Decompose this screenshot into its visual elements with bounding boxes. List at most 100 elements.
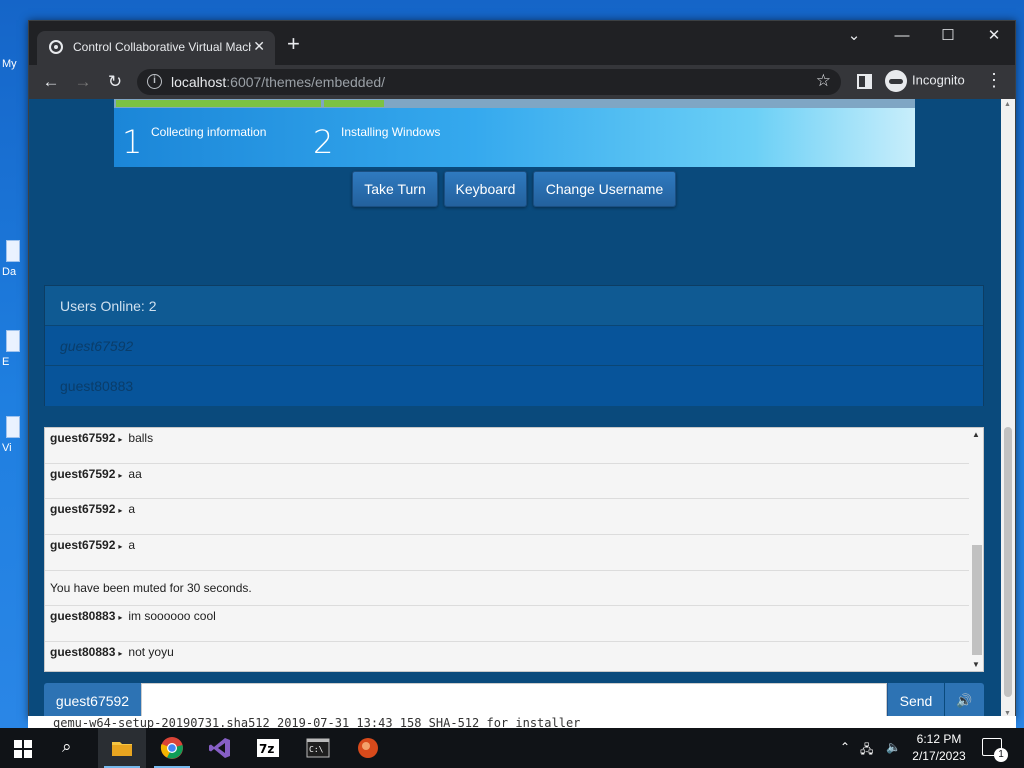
side-panel-icon[interactable] [857,74,872,89]
volume-button[interactable]: 🔊 [945,683,984,719]
keyboard-button[interactable]: Keyboard [444,171,527,207]
tab-title: Control Collaborative Virtual Machine [73,40,251,54]
site-info-icon[interactable]: i [147,74,162,89]
folder-icon [112,742,132,756]
desktop-icon-label: Vi [2,442,12,454]
chat-scrollbar[interactable]: ▲ ▼ [969,428,983,671]
tab-search-icon[interactable]: ⌄ [831,25,877,47]
chat-username[interactable]: guest80883 [50,609,115,623]
taskbar-7zip[interactable]: 7z [244,728,292,768]
taskbar-visual-studio[interactable] [196,728,244,768]
url-text: localhost:6007/themes/embedded/ [171,74,385,90]
arrow-icon: ▸ [118,613,123,623]
chat-text: aa [128,466,142,481]
volume-icon[interactable]: 🔈 [886,740,901,754]
scroll-up-icon[interactable]: ▲ [972,430,980,439]
incognito-profile-button[interactable]: Incognito [885,70,965,92]
address-bar[interactable]: i localhost:6007/themes/embedded/ ☆ [137,69,841,95]
network-icon[interactable]: 🖧 [860,740,873,761]
desktop-icon-e[interactable]: E [2,330,26,368]
browser-toolbar: ← → ↻ i localhost:6007/themes/embedded/ … [29,65,1015,99]
clock-date: 2/17/2023 [912,749,966,763]
tab-close-icon[interactable]: ✕ [253,38,265,55]
clock[interactable]: 6:12 PM 2/17/2023 [906,731,972,765]
chat-text: a [128,502,136,517]
svg-text:7z: 7z [259,742,274,756]
users-online-panel: Users Online: 2 guest67592 guest80883 [44,285,984,406]
file-icon [6,416,20,438]
desktop-icon-data[interactable]: Da [2,240,26,278]
chat-message: guest67592 ▸ a [45,499,969,536]
taskbar-file-explorer[interactable] [98,728,146,768]
chrome-icon [160,737,183,759]
scroll-up-icon[interactable]: ▲ [1004,101,1011,108]
url-path: :6007/themes/embedded/ [226,74,386,90]
chat-input-row: guest67592 Send 🔊 [44,683,984,719]
users-online-header: Users Online: 2 [45,286,983,326]
chat-username[interactable]: guest67592 [50,538,115,552]
scroll-down-icon[interactable]: ▼ [972,660,980,669]
vm-screen[interactable]: 1 Collecting information 2 Installing Wi… [114,99,915,167]
app-icon [358,738,378,758]
step-number: 1 [122,123,143,161]
page-viewport: 1 Collecting information 2 Installing Wi… [29,99,1001,719]
new-tab-button[interactable]: + [287,33,300,55]
desktop-icon-vi[interactable]: Vi [2,416,26,454]
arrow-icon: ▸ [118,542,123,552]
taskbar-app[interactable] [344,728,392,768]
chat-message: guest80883 ▸ im soooooo cool [45,606,969,643]
take-turn-button[interactable]: Take Turn [352,171,438,207]
send-button[interactable]: Send [887,683,944,719]
username-button[interactable]: guest67592 [44,683,141,719]
background-window: qemu-w64-setup-20190731.sha512 2019-07-3… [28,716,1016,728]
back-button[interactable]: ← [39,70,63,94]
7zip-icon: 7z [257,739,279,757]
chevron-up-icon[interactable]: ⌃ [840,740,850,754]
step-number: 2 [313,123,334,161]
chat-panel: guest67592 ▸ balls guest67592 ▸ aa guest6759… [44,427,984,672]
arrow-icon: ▸ [118,649,123,659]
search-icon[interactable]: ⌕ [62,737,84,759]
chat-scroll-thumb[interactable] [972,545,982,655]
maximize-button[interactable]: ☐ [925,25,971,47]
volume-icon: 🔊 [956,693,973,708]
forward-button[interactable]: → [71,70,95,94]
user-list-item[interactable]: guest80883 [45,366,983,406]
chat-message: guest80883 ▸ not yoyu [45,642,969,671]
minimize-button[interactable]: — [879,25,925,47]
user-list-item[interactable]: guest67592 [45,326,983,366]
incognito-label: Incognito [912,72,965,88]
chat-text: im soooooo cool [128,609,216,624]
chat-username[interactable]: guest67592 [50,502,115,516]
globe-icon [49,40,63,54]
chat-messages: guest67592 ▸ balls guest67592 ▸ aa guest6759… [45,428,969,671]
page-scrollbar[interactable]: ▲ ▼ [1001,99,1015,719]
page-scroll-thumb[interactable] [1004,427,1012,697]
reload-button[interactable]: ↻ [103,70,127,94]
chat-username[interactable]: guest67592 [50,467,115,481]
browser-tab[interactable]: Control Collaborative Virtual Machine ✕ [37,31,275,65]
browser-menu-icon[interactable]: ⋮ [985,70,1003,91]
bookmark-star-icon[interactable]: ☆ [816,71,831,91]
taskbar: ⌕ 7z C:\ ⌃ 🖧 🔈 6:12 PM 2/17/2023 1 [0,728,1024,768]
chat-text: balls [128,431,154,445]
notification-icon[interactable]: 1 [982,738,1008,762]
close-window-button[interactable]: ✕ [971,25,1017,47]
file-icon [6,330,20,352]
desktop-icon-label: Da [2,266,17,278]
chat-text: not yoyu [128,645,174,660]
chat-username[interactable]: guest67592 [50,431,115,445]
windows-start-icon[interactable] [14,740,32,758]
chat-username[interactable]: guest80883 [50,645,115,659]
taskbar-terminal[interactable]: C:\ [294,728,342,768]
file-icon [6,240,20,262]
chat-message: guest67592 ▸ a [45,535,969,571]
desktop-icon-my-computer[interactable]: My [2,58,26,70]
setup-progress-step1 [116,100,321,107]
background-window-line: qemu-w64-setup-20190731.sha512 2019-07-3… [53,716,581,728]
chat-text: You have been muted for 30 seconds. [50,580,252,595]
step-label: Installing Windows [341,125,441,139]
chat-input[interactable] [141,683,887,719]
taskbar-chrome[interactable] [148,728,196,768]
change-username-button[interactable]: Change Username [533,171,676,207]
